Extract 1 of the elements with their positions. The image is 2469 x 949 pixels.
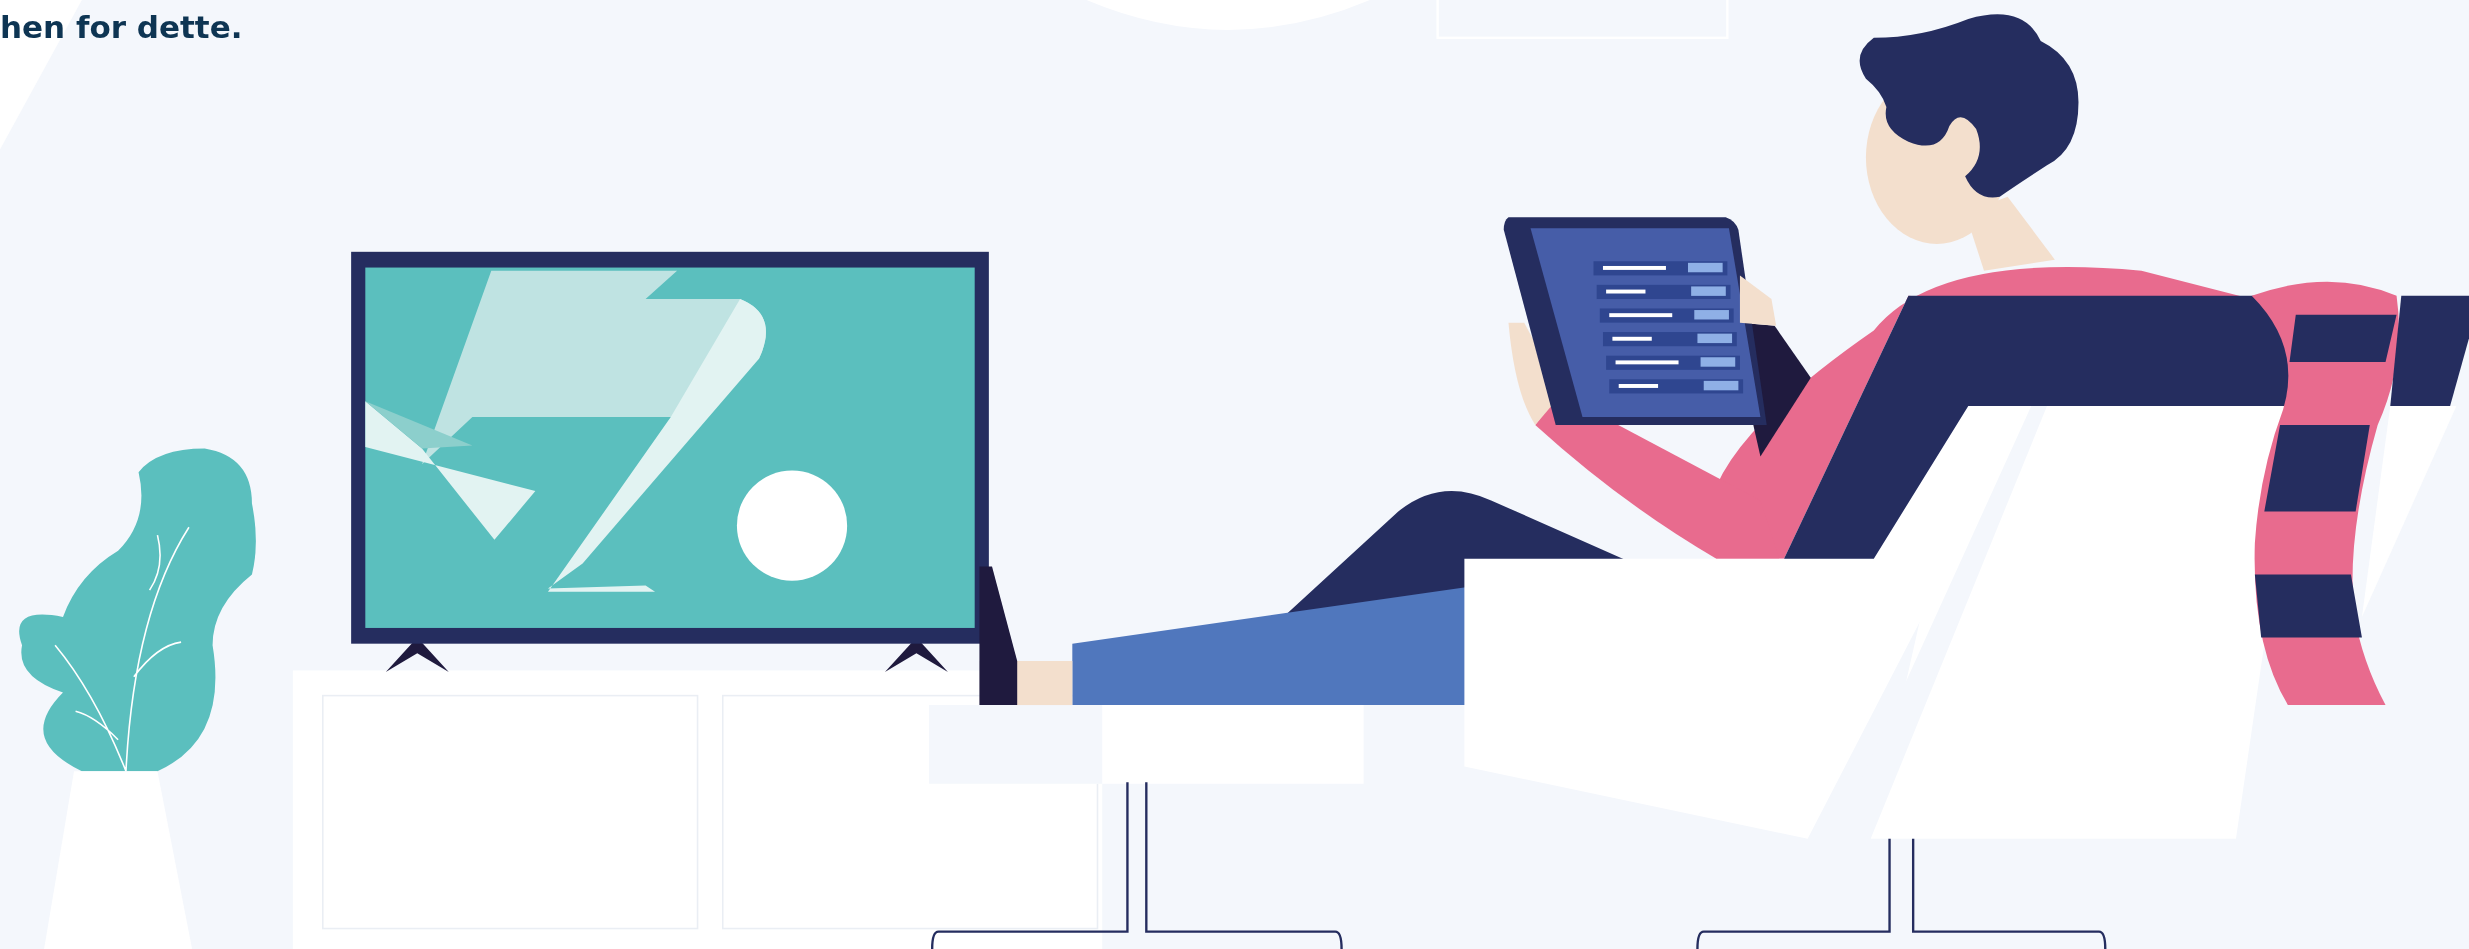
heading: hen for dette. [0,8,243,45]
